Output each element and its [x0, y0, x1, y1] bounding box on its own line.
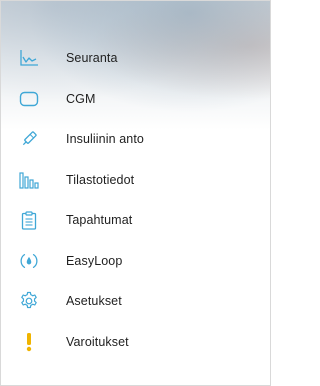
- menu-item-label: CGM: [66, 91, 96, 106]
- insulin-pen-icon: [19, 129, 39, 149]
- easyloop-drop-icon: [19, 251, 39, 271]
- menu-item-label: Tilastotiedot: [66, 172, 135, 187]
- statistics-bars-icon: [19, 170, 39, 190]
- menu-item-tilastotiedot[interactable]: Tilastotiedot: [0, 160, 271, 201]
- menu-item-label: EasyLoop: [66, 253, 123, 268]
- menu-item-asetukset[interactable]: Asetukset: [0, 281, 271, 322]
- menu-item-cgm[interactable]: CGM: [0, 79, 271, 120]
- menu-item-seuranta[interactable]: Seuranta: [0, 38, 271, 79]
- monitoring-chart-icon: [19, 48, 39, 68]
- menu-item-label: Seuranta: [66, 51, 118, 66]
- menu-item-label: Tapahtumat: [66, 213, 133, 228]
- cgm-device-icon: [19, 89, 39, 109]
- menu-item-label: Varoitukset: [66, 334, 129, 349]
- warning-exclamation-icon: [19, 332, 39, 352]
- menu-item-easyloop[interactable]: EasyLoop: [0, 241, 271, 282]
- events-clipboard-icon: [19, 210, 39, 230]
- drawer-menu: Seuranta CGM Insuliinin anto Tilastotied…: [0, 38, 271, 362]
- settings-gear-icon: [19, 291, 39, 311]
- menu-item-tapahtumat[interactable]: Tapahtumat: [0, 200, 271, 241]
- menu-item-insuliinin-anto[interactable]: Insuliinin anto: [0, 119, 271, 160]
- menu-item-label: Insuliinin anto: [66, 132, 144, 147]
- navigation-drawer: Seuranta CGM Insuliinin anto Tilastotied…: [0, 0, 271, 386]
- menu-item-varoitukset[interactable]: Varoitukset: [0, 322, 271, 363]
- menu-item-label: Asetukset: [66, 294, 122, 309]
